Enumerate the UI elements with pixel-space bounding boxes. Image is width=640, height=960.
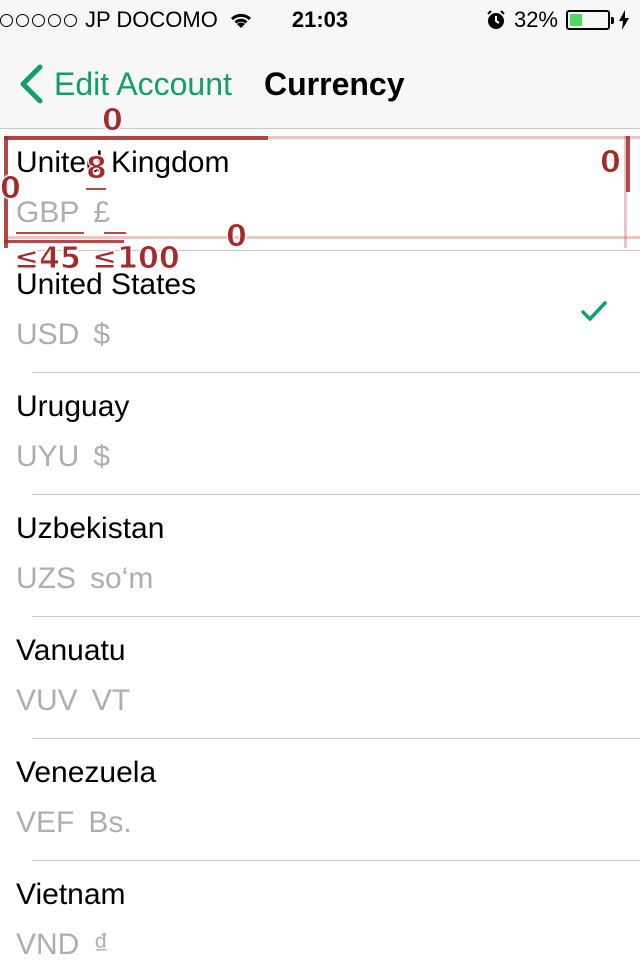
status-right: 32% <box>486 7 630 33</box>
currency-row[interactable]: United States USD $ <box>0 251 640 373</box>
currency-symbol: £ <box>93 196 111 229</box>
country-name: Venezuela <box>16 756 157 789</box>
currency-list: United Kingdom GBP £ United States USD $ Urugu… <box>0 129 640 960</box>
back-button-label: Edit Account <box>54 65 232 102</box>
country-name: United States <box>16 268 197 301</box>
currency-code: VND <box>16 928 80 960</box>
country-name: United Kingdom <box>16 146 230 179</box>
currency-symbol: $ <box>93 440 111 473</box>
currency-symbol: ₫ <box>93 928 109 960</box>
country-name: Uruguay <box>16 390 130 423</box>
currency-code: UZS <box>16 562 76 595</box>
navigation-bar: Edit Account Currency <box>0 40 640 129</box>
battery-icon <box>566 10 614 30</box>
currency-info: VEF Bs. <box>16 805 132 841</box>
chevron-left-icon <box>20 64 43 104</box>
country-name: Vanuatu <box>16 634 126 667</box>
currency-symbol: so‘m <box>90 562 154 595</box>
currency-info: VND ₫ <box>16 927 109 960</box>
country-name: Vietnam <box>16 878 126 911</box>
alarm-icon <box>487 10 505 29</box>
battery-percent: 32% <box>513 7 558 32</box>
currency-code: GBP <box>16 196 80 229</box>
currency-info: UYU $ <box>16 439 110 475</box>
currency-code: VUV <box>16 684 78 717</box>
currency-symbol: VT <box>91 684 131 717</box>
currency-row[interactable]: Vanuatu VUV VT <box>0 617 640 739</box>
currency-code: USD <box>16 318 80 351</box>
currency-info: USD $ <box>16 317 110 353</box>
status-bar: JP DOCOMO 21:03 32% <box>0 0 640 40</box>
currency-row[interactable]: United Kingdom GBP £ <box>0 129 640 251</box>
charging-bolt-icon <box>619 10 629 30</box>
back-button[interactable]: Edit Account <box>18 64 232 104</box>
currency-code: UYU <box>16 440 80 473</box>
checkmark-icon <box>581 301 607 321</box>
currency-symbol: Bs. <box>88 806 132 839</box>
currency-info: VUV VT <box>16 683 130 719</box>
page-title: Currency <box>264 65 405 102</box>
currency-info: GBP £ <box>16 195 110 231</box>
currency-code: VEF <box>16 806 75 839</box>
currency-row[interactable]: Vietnam VND ₫ <box>0 861 640 960</box>
country-name: Uzbekistan <box>16 512 165 545</box>
currency-row[interactable]: Uzbekistan UZS so‘m <box>0 495 640 617</box>
currency-row[interactable]: Uruguay UYU $ <box>0 373 640 495</box>
currency-info: UZS so‘m <box>16 561 153 597</box>
currency-screen: JP DOCOMO 21:03 32% Edit Account Currenc… <box>0 0 640 960</box>
currency-symbol: $ <box>93 318 111 351</box>
currency-row[interactable]: Venezuela VEF Bs. <box>0 739 640 861</box>
